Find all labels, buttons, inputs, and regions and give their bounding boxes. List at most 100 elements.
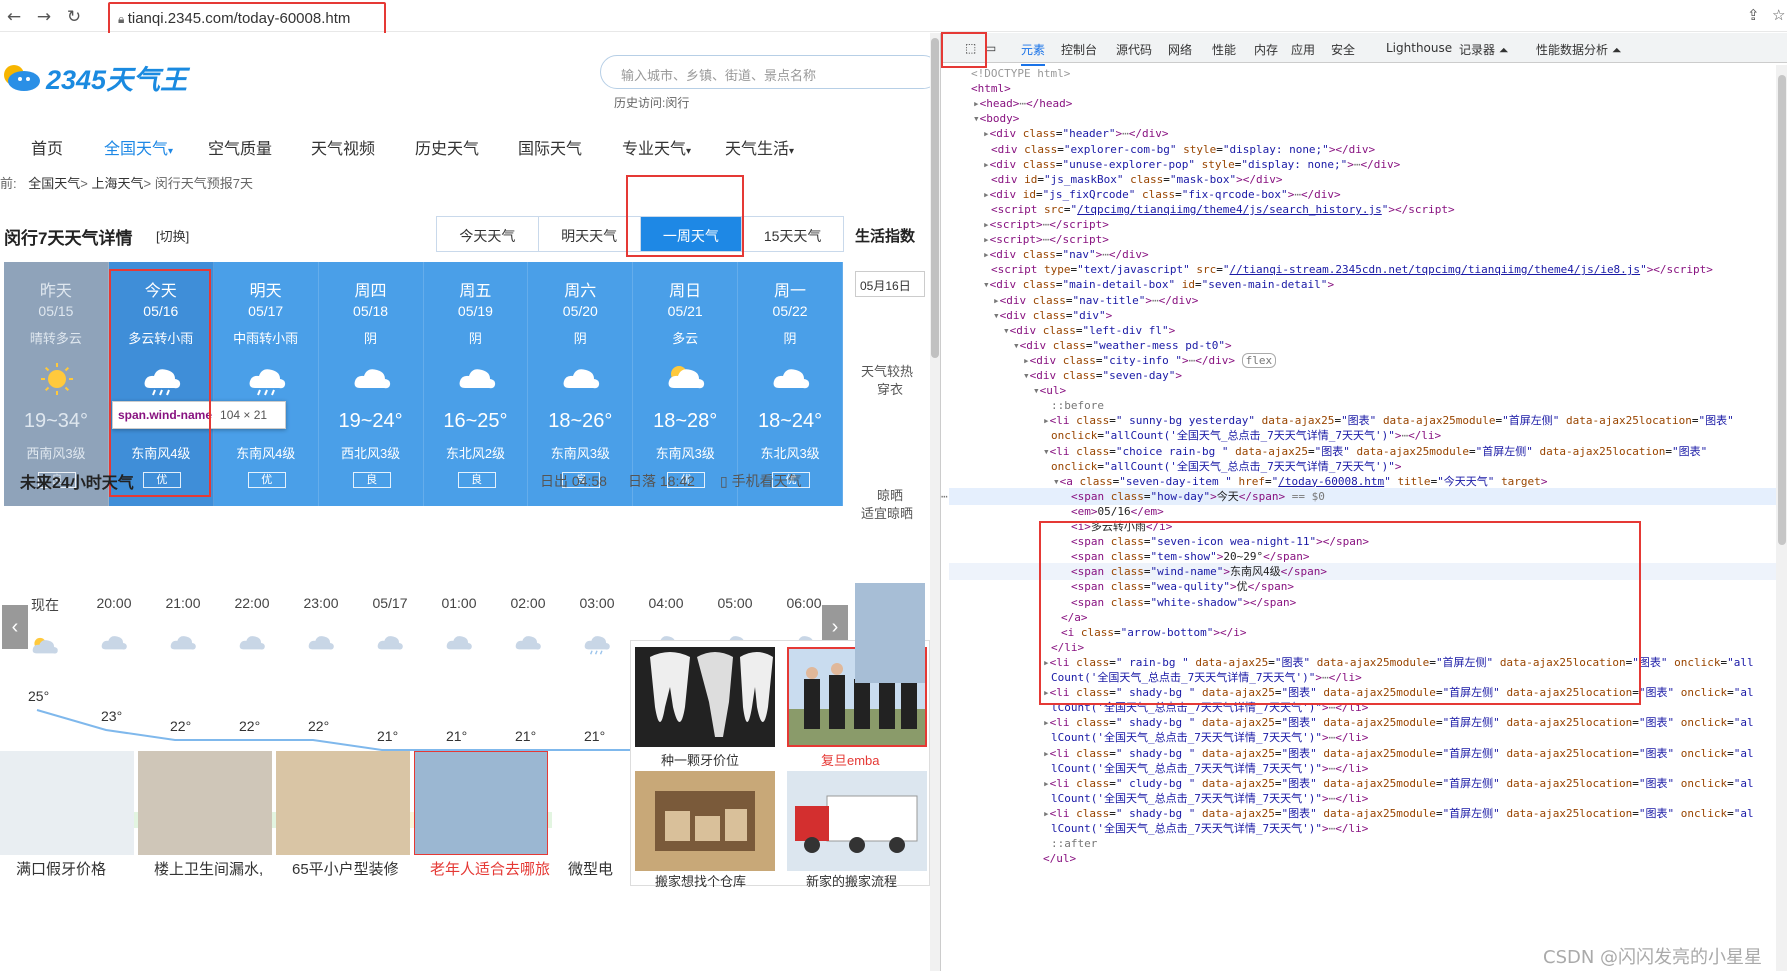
day-aqi-badge: 良 — [352, 472, 391, 488]
scroll-left-button[interactable]: ‹ — [2, 605, 28, 649]
star-icon[interactable]: ☆ — [1772, 6, 1785, 24]
address-bar[interactable]: 🔒︎ tianqi.2345.com/today-60008.htm — [108, 2, 386, 36]
devtools-tab[interactable]: Lighthouse — [1386, 41, 1452, 55]
day-card[interactable]: 周日 05/21 多云 18~28° 东南风3级优 — [633, 262, 739, 506]
popup-ad-label[interactable]: 种一颗牙价位 — [661, 750, 739, 769]
share-icon[interactable]: ⇪ — [1747, 6, 1760, 24]
hour-temp: 22° — [170, 718, 192, 734]
day-temp: 18~26° — [548, 410, 613, 432]
breadcrumb: 前: 全国天气> 上海天气> 闵行天气预报7天 — [0, 173, 253, 192]
cloud-icon — [354, 369, 390, 389]
day-date: 05/20 — [562, 303, 598, 319]
page-scrollbar-thumb[interactable] — [931, 38, 939, 358]
hour-icon — [99, 631, 129, 655]
ad-label[interactable]: 65平小户型装修 — [292, 858, 399, 879]
highlight-week-tab-box — [626, 175, 744, 257]
hour-icon — [513, 631, 543, 655]
reload-icon[interactable]: ↻ — [64, 7, 84, 27]
hour-time: 01:00 — [441, 595, 477, 611]
nav-international[interactable]: 国际天气 — [518, 135, 582, 159]
hour-temp: 21° — [446, 728, 468, 744]
day-aqi-badge: 良 — [457, 472, 496, 488]
dom-node-line[interactable]: lCount('全国天气_总点击_7天天气详情_7天天气')">⋯</li> — [1051, 820, 1368, 837]
dom-node-line[interactable]: </ul> — [1043, 850, 1076, 867]
lock-icon: 🔒︎ — [118, 12, 128, 26]
devtools-scrollbar-thumb[interactable] — [1778, 75, 1786, 545]
nav-video[interactable]: 天气视频 — [311, 135, 375, 159]
nav-air[interactable]: 空气质量 — [208, 135, 272, 159]
devtools-tab[interactable]: 控制台 — [1061, 41, 1097, 58]
page-scrollbar[interactable] — [930, 33, 940, 971]
nav-history[interactable]: 历史天气 — [415, 135, 479, 159]
tab-15days[interactable]: 15天天气 — [742, 217, 843, 251]
cloud-icon — [377, 636, 403, 650]
hour-time: 22:00 — [234, 595, 270, 611]
day-name: 周五 — [459, 283, 492, 300]
day-weather: 阴 — [468, 331, 482, 346]
hour-icon — [582, 631, 612, 655]
highlight-today-box — [109, 269, 211, 497]
hour-item: 05/17 — [355, 595, 425, 655]
day-weather-icon — [560, 362, 602, 396]
search-history[interactable]: 历史访问:闵行 — [614, 94, 689, 111]
devtools-panel: ⬚ ▭ 元素 控制台 源代码 网络 性能 内存 应用 安全 Lighthouse 记录器 ⏶ 性能数… — [940, 32, 1787, 971]
nav-professional[interactable]: 专业天气▾ — [622, 135, 691, 159]
day-wind: 西北风3级 — [340, 446, 401, 461]
devtools-tab[interactable]: 源代码 — [1116, 41, 1152, 58]
devtools-tab[interactable]: 性能数据分析 ⏶ — [1536, 41, 1621, 58]
breadcrumb-sep: > — [143, 176, 152, 191]
ad-image-warehouse[interactable] — [635, 771, 775, 871]
forward-icon[interactable]: → — [34, 7, 54, 27]
day-date: 05/18 — [353, 303, 389, 319]
day-name: 明天 — [249, 283, 282, 300]
devtools-tab[interactable]: 内存 — [1254, 41, 1278, 58]
mobile-weather[interactable]: ▯ 手机看天气 — [720, 471, 802, 491]
nav-life[interactable]: 天气生活▾ — [725, 135, 794, 159]
back-icon[interactable]: ← — [4, 7, 24, 27]
ad-label[interactable]: 微型电 — [568, 858, 613, 879]
devtools-tab[interactable]: 应用 — [1291, 41, 1315, 58]
search-input[interactable]: 输入城市、乡镇、街道、景点名称 — [600, 55, 930, 89]
sunrise: 日出 04:58 — [540, 473, 607, 489]
devtools-tab[interactable]: 性能 — [1212, 41, 1236, 58]
day-card[interactable]: 明天05/17中雨转小雨°东南风4级优 — [213, 262, 319, 506]
devtools-tab[interactable]: 元素 — [1021, 41, 1046, 66]
breadcrumb-city[interactable]: 上海天气 — [91, 176, 143, 191]
ad-image[interactable] — [276, 751, 410, 855]
life-index-text: 天气较热 — [861, 364, 914, 379]
sunset: 日落 18:42 — [628, 473, 695, 489]
nav-home[interactable]: 首页 — [31, 135, 63, 159]
life-index-date[interactable]: 05月16日 — [855, 271, 925, 297]
life-index-text: 适宜晾晒 — [861, 506, 914, 521]
ad-label[interactable]: 楼上卫生间漏水, — [154, 858, 263, 879]
popup-ad-label[interactable]: 搬家想找个仓库 — [655, 871, 746, 890]
cloud-icon — [773, 369, 810, 389]
devtools-scrollbar[interactable] — [1776, 65, 1787, 971]
day-card[interactable]: 周一 05/22 阴 18~24° 东北风3级优 — [738, 262, 843, 506]
day-card[interactable]: 周四 05/18 阴 19~24° 西北风3级良 — [318, 262, 424, 506]
breadcrumb-national[interactable]: 全国天气 — [28, 176, 80, 191]
hour-icon — [237, 631, 267, 655]
ad-image-teeth[interactable] — [635, 647, 775, 747]
side-image[interactable] — [855, 583, 925, 683]
highlight-element-box — [1039, 521, 1641, 705]
devtools-tab[interactable]: 网络 — [1168, 41, 1192, 58]
day-weather-icon — [456, 362, 498, 396]
ad-image[interactable] — [414, 751, 548, 855]
day-card[interactable]: 周五 05/19 阴 16~25° 东北风2级良 — [423, 262, 529, 506]
day-weather: 阴 — [573, 331, 587, 346]
ad-label[interactable]: 老年人适合去哪旅 — [430, 858, 550, 879]
cloud-icon — [459, 369, 495, 389]
day-card[interactable]: 周六 05/20 阴 18~26° 东南风3级良 — [528, 262, 634, 506]
devtools-tab[interactable]: 安全 — [1331, 41, 1355, 58]
ad-image[interactable] — [0, 751, 134, 855]
ad-image[interactable] — [138, 751, 272, 855]
ad-label[interactable]: 满口假牙价格 — [16, 858, 106, 879]
devtools-tab[interactable]: 记录器 ⏶ — [1459, 41, 1508, 58]
site-logo[interactable]: 2345天气王 — [2, 55, 187, 99]
switch-link[interactable]: [切换] — [156, 226, 189, 245]
day-weather: 中雨转小雨 — [233, 331, 299, 346]
day-weather: 晴转多云 — [29, 331, 82, 346]
tab-today[interactable]: 今天天气 — [437, 217, 539, 251]
nav-national[interactable]: 全国天气▾ — [104, 135, 173, 159]
